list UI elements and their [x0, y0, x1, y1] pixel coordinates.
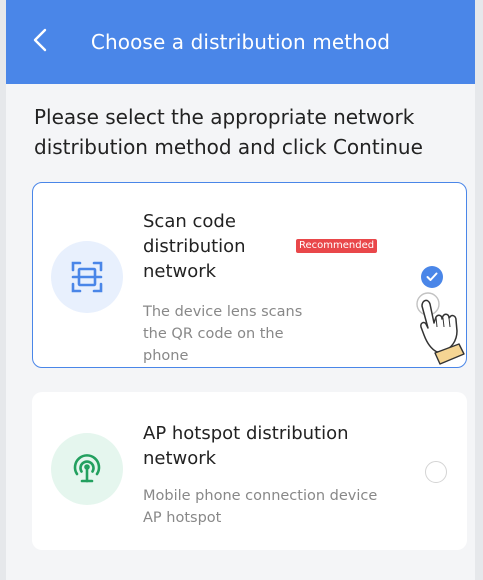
option-title: AP hotspot distribution network — [143, 423, 349, 469]
option-description: The device lens scans the QR code on the… — [143, 304, 303, 364]
option-title: Scan code distribution network — [143, 211, 246, 282]
back-button[interactable] — [26, 24, 54, 56]
header-bar: Choose a distribution method — [6, 0, 475, 84]
instruction-text: Please select the appropriate network di… — [34, 105, 423, 159]
hotspot-icon-circle — [51, 433, 123, 505]
scan-icon-circle — [51, 241, 123, 313]
wifi-hotspot-icon — [73, 454, 101, 483]
option-ap-hotspot[interactable]: AP hotspot distribution network Mobile p… — [32, 392, 467, 550]
unselected-radio[interactable] — [425, 461, 447, 483]
pointing-hand-icon — [409, 283, 483, 371]
page-title: Choose a distribution method — [90, 30, 391, 54]
chevron-left-icon — [33, 28, 47, 52]
left-frame-border — [0, 0, 6, 580]
recommended-badge: Recommended — [296, 239, 378, 253]
option-description: Mobile phone connection device AP hotspo… — [143, 488, 378, 526]
qr-scan-icon — [71, 261, 103, 293]
option-scan-code[interactable]: Scan code distribution network Recommend… — [32, 182, 467, 368]
